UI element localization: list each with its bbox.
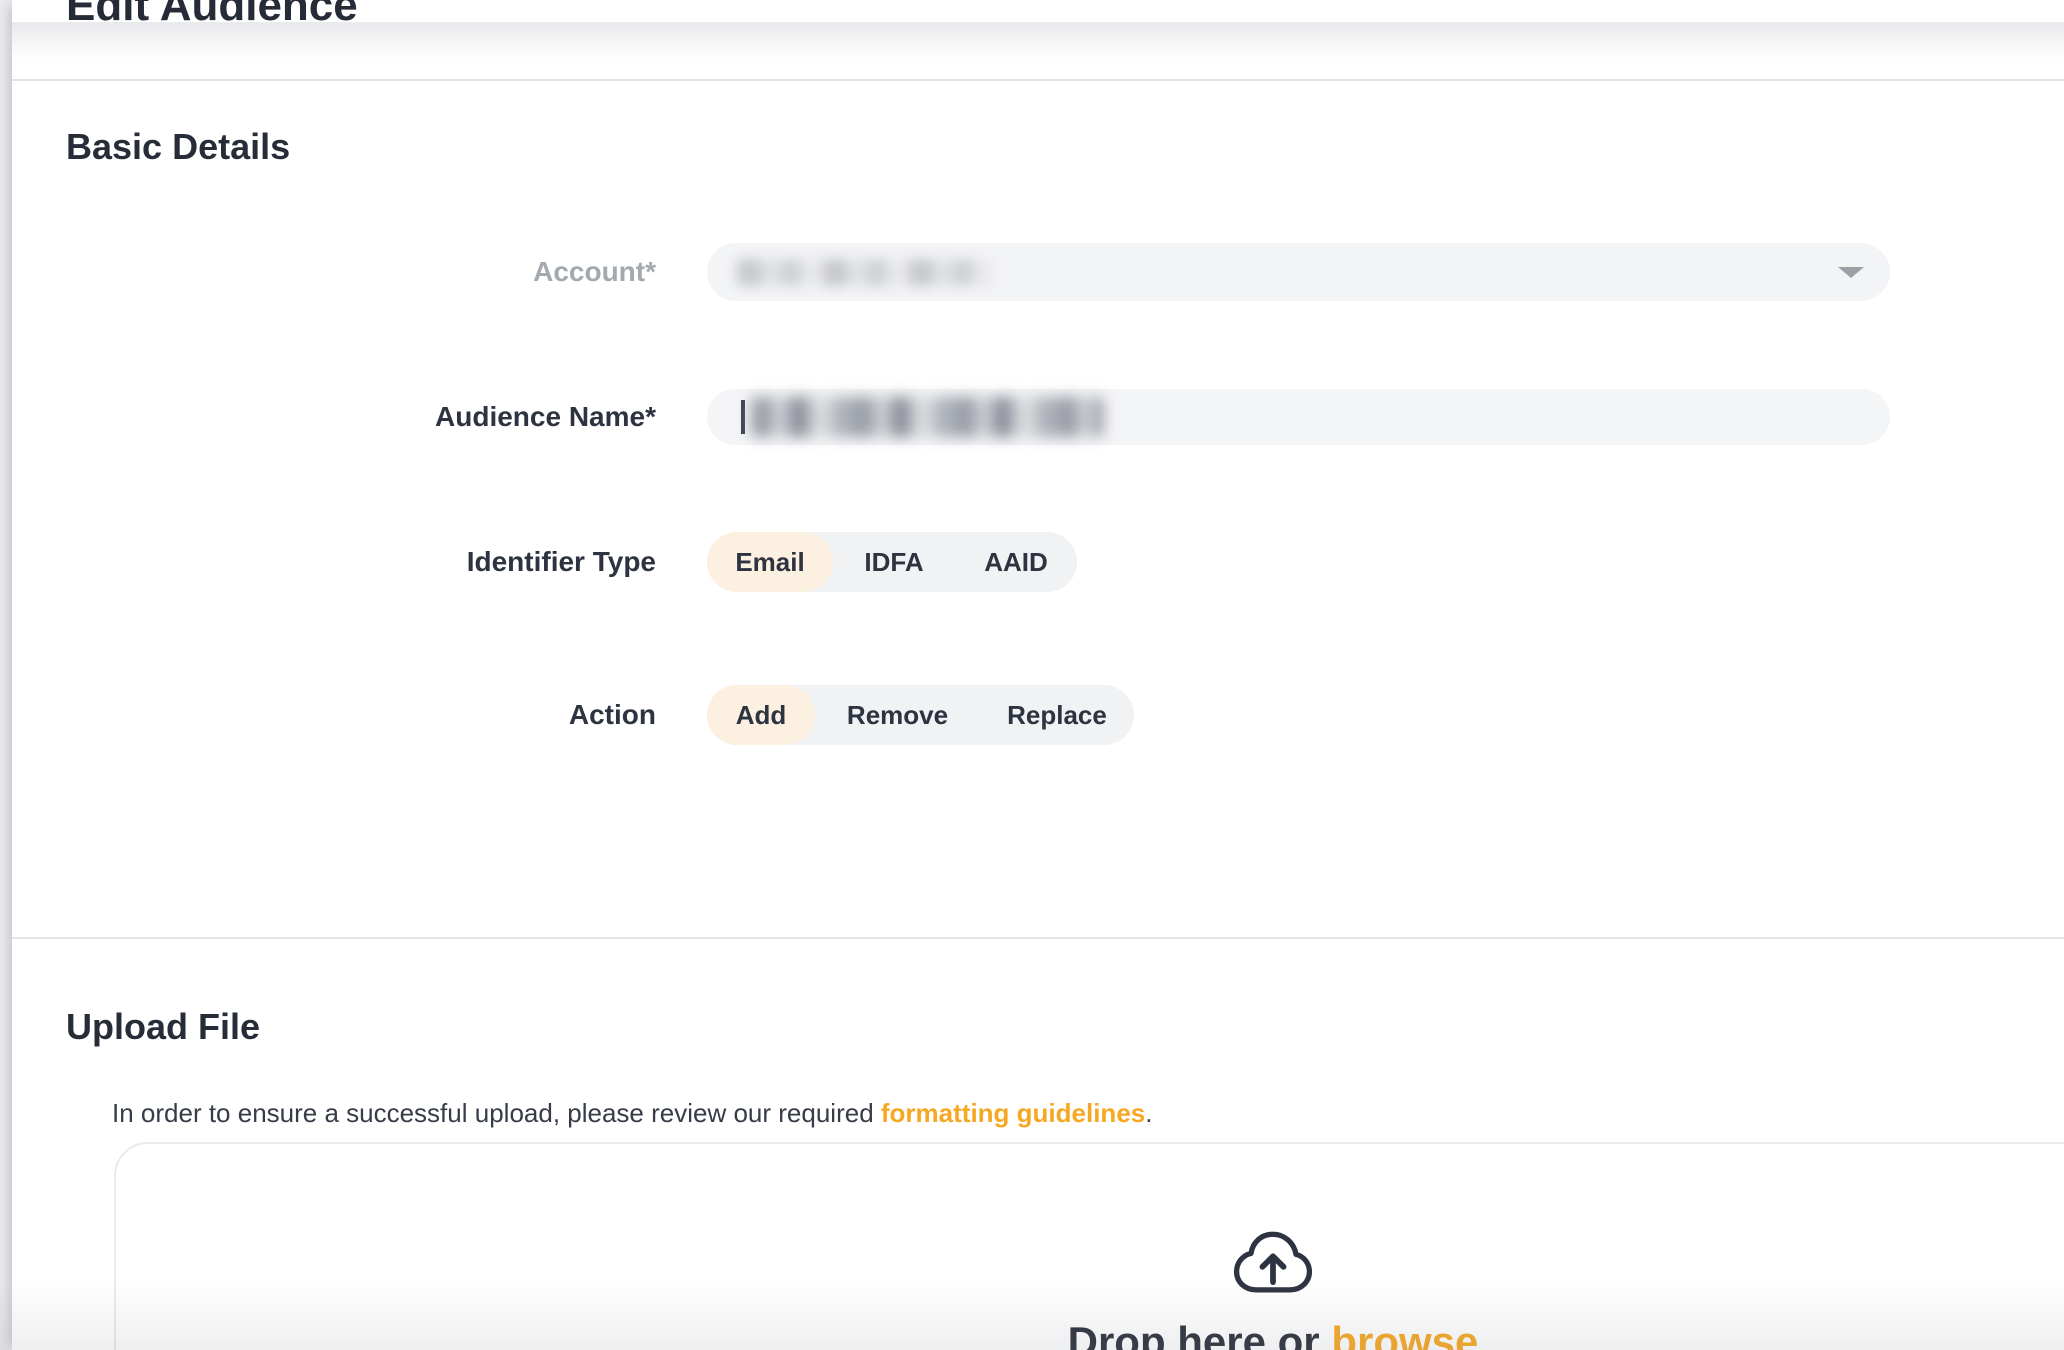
- action-segmented-control: Add Remove Replace: [707, 685, 1134, 745]
- dropzone-text: Drop here or browse: [1068, 1318, 1479, 1350]
- action-label: Action: [12, 699, 656, 731]
- chevron-down-icon: [1838, 267, 1864, 278]
- audience-name-label: Audience Name*: [12, 401, 656, 433]
- identifier-option-idfa[interactable]: IDFA: [833, 532, 955, 592]
- formatting-guidelines-link[interactable]: formatting guidelines: [881, 1098, 1145, 1128]
- page-title: Edit Audience: [66, 0, 358, 28]
- section-divider: [12, 937, 2064, 939]
- upload-instructions-period: .: [1145, 1098, 1152, 1128]
- text-caret: [741, 400, 745, 434]
- upload-file-heading: Upload File: [66, 1006, 260, 1048]
- audience-name-input[interactable]: [707, 389, 1890, 445]
- account-row: Account*: [12, 243, 1890, 301]
- header-divider: [12, 79, 2064, 81]
- identifier-option-aaid[interactable]: AAID: [955, 532, 1077, 592]
- identifier-type-label: Identifier Type: [12, 546, 656, 578]
- upload-instructions-text: In order to ensure a successful upload, …: [112, 1098, 881, 1128]
- identifier-type-row: Identifier Type Email IDFA AAID: [12, 532, 1077, 592]
- identifier-option-email[interactable]: Email: [707, 532, 833, 592]
- account-value-redacted: [737, 259, 992, 286]
- drop-here-text: Drop here or: [1068, 1318, 1332, 1350]
- file-dropzone[interactable]: Drop here or browse: [114, 1142, 2064, 1350]
- action-option-replace[interactable]: Replace: [980, 685, 1134, 745]
- edit-audience-page: Edit Audience Basic Details Account* Aud…: [0, 0, 2064, 1350]
- audience-name-value-redacted: [751, 397, 1103, 437]
- account-label: Account*: [12, 256, 656, 288]
- upload-instructions: In order to ensure a successful upload, …: [112, 1098, 1152, 1129]
- action-row: Action Add Remove Replace: [12, 685, 1134, 745]
- identifier-type-segmented-control: Email IDFA AAID: [707, 532, 1077, 592]
- content-panel: Edit Audience Basic Details Account* Aud…: [12, 0, 2064, 1350]
- account-select[interactable]: [707, 243, 1890, 301]
- audience-name-row: Audience Name*: [12, 389, 1890, 445]
- action-option-add[interactable]: Add: [707, 685, 815, 745]
- cloud-upload-icon: [1227, 1228, 1319, 1298]
- action-option-remove[interactable]: Remove: [815, 685, 980, 745]
- browse-link[interactable]: browse: [1331, 1318, 1478, 1350]
- basic-details-heading: Basic Details: [66, 126, 290, 168]
